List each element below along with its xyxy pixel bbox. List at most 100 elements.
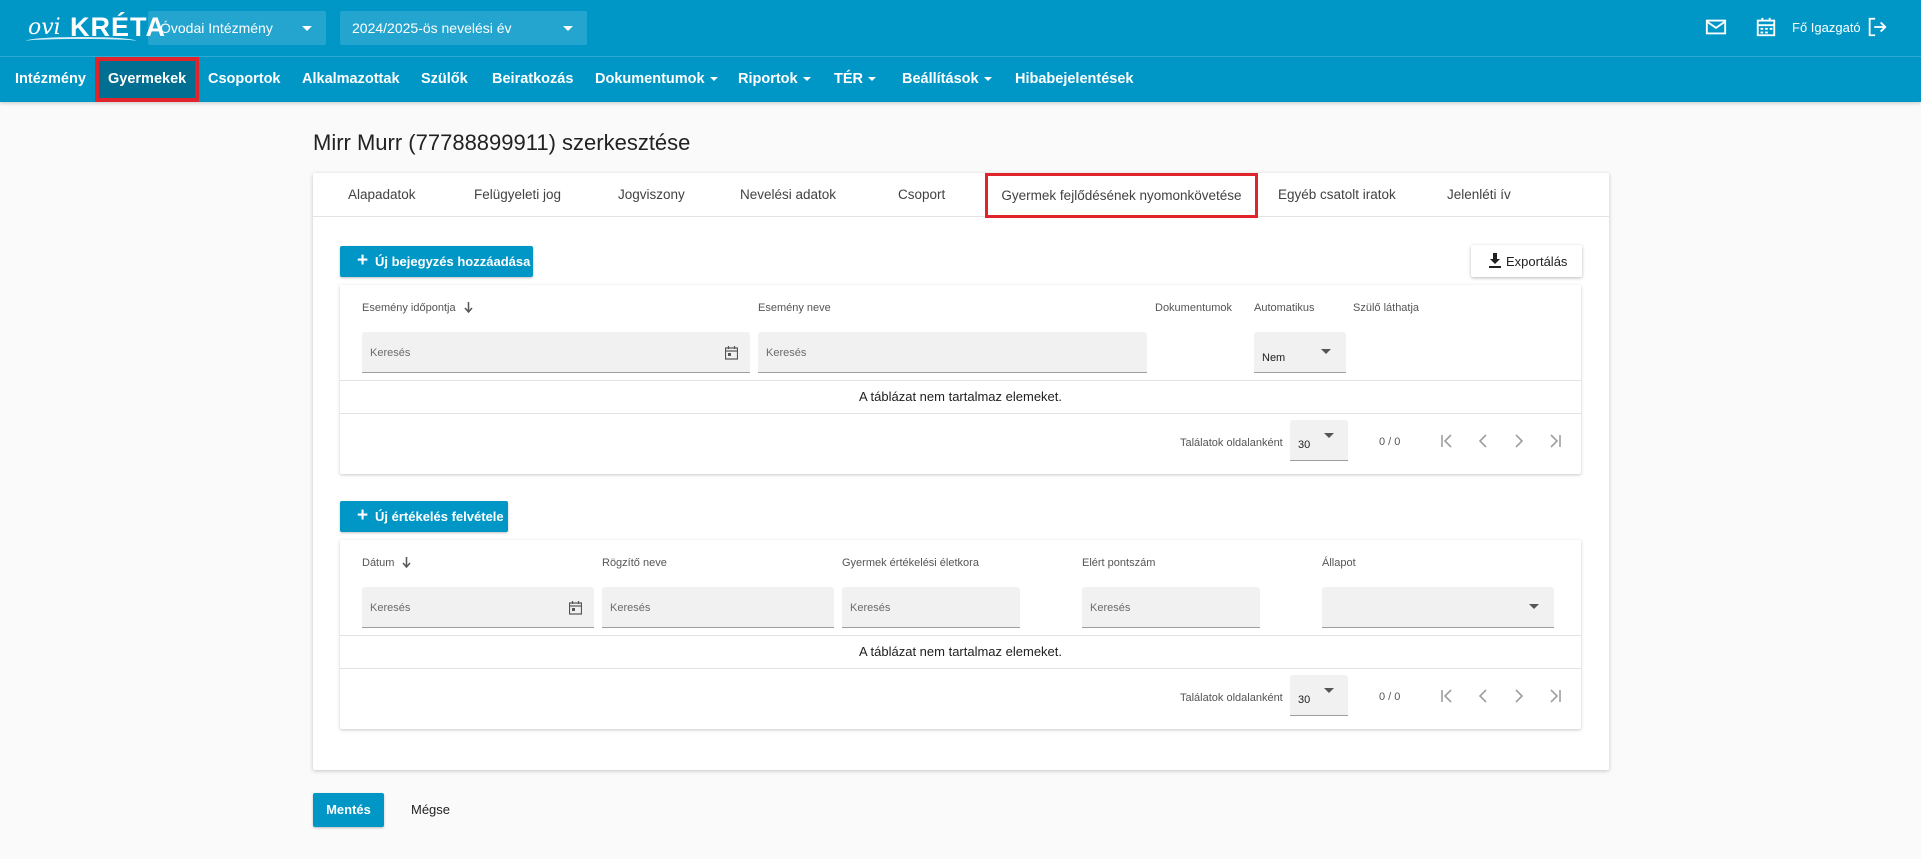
- filter-placeholder: Keresés: [850, 602, 891, 614]
- edit-card: Alapadatok Felügyeleti jog Jogviszony Ne…: [313, 173, 1609, 770]
- chevron-down-icon: [1529, 604, 1539, 609]
- evaluation-age-filter[interactable]: Keresés: [842, 587, 1020, 628]
- score-filter[interactable]: Keresés: [1082, 587, 1260, 628]
- empty-table-message: A táblázat nem tartalmaz elemeket.: [858, 389, 1063, 404]
- main-nav: Intézmény Gyermekek Csoportok Alkalmazot…: [0, 56, 1921, 102]
- tab-jelenleti-iv[interactable]: Jelenléti ív: [1447, 173, 1511, 217]
- nav-item-csoportok[interactable]: Csoportok: [208, 57, 281, 102]
- nav-item-hibabejelentesek[interactable]: Hibabejelentések: [1015, 57, 1133, 102]
- export-button-label: Exportálás: [1506, 254, 1568, 269]
- nav-item-label: Csoportok: [208, 71, 281, 87]
- nav-item-szulok[interactable]: Szülők: [421, 57, 468, 102]
- col-header-event-time[interactable]: Esemény időpontja: [362, 302, 473, 314]
- col-header-status[interactable]: Állapot: [1322, 557, 1356, 569]
- calendar-icon[interactable]: [1755, 16, 1777, 38]
- filter-placeholder: Keresés: [1090, 602, 1131, 614]
- chevron-down-icon: [802, 77, 811, 82]
- logout-icon[interactable]: [1866, 16, 1888, 38]
- nav-item-gyermekek[interactable]: Gyermekek: [95, 57, 200, 102]
- institution-select[interactable]: Óvodai Intézmény: [148, 11, 326, 45]
- col-header-parent-visible[interactable]: Szülő láthatja: [1353, 302, 1419, 314]
- app-logo[interactable]: ovi KRÉTA: [26, 11, 165, 45]
- nav-item-dokumentumok[interactable]: Dokumentumok: [595, 57, 718, 102]
- filter-placeholder: Keresés: [370, 602, 411, 614]
- col-header-date[interactable]: Dátum: [362, 557, 412, 569]
- page-title: Mirr Murr (77788899911) szerkesztése: [313, 130, 691, 155]
- tab-egyeb-csatolt-iratok[interactable]: Egyéb csatolt iratok: [1278, 173, 1396, 217]
- save-button[interactable]: Mentés: [313, 793, 384, 827]
- cancel-button[interactable]: Mégse: [398, 793, 463, 827]
- evaluations-grid: Dátum Rögzítő neve Gyermek értékelési él…: [340, 540, 1581, 729]
- col-header-event-name[interactable]: Esemény neve: [758, 302, 831, 314]
- plus-icon: +: [357, 250, 369, 271]
- previous-page-icon[interactable]: [1475, 688, 1491, 704]
- page-count: 0 / 0: [1379, 691, 1401, 703]
- add-entry-button[interactable]: + Új bejegyzés hozzáadása: [340, 246, 533, 277]
- plus-icon: +: [357, 505, 369, 526]
- tab-label: Felügyeleti jog: [474, 187, 562, 202]
- col-header-evaluation-age[interactable]: Gyermek értékelési életkora: [842, 557, 979, 569]
- recorder-name-filter[interactable]: Keresés: [602, 587, 834, 628]
- download-icon: [1489, 253, 1501, 268]
- chevron-down-icon: [1321, 349, 1331, 354]
- calendar-icon[interactable]: [569, 601, 582, 615]
- calendar-icon[interactable]: [725, 346, 738, 360]
- first-page-icon[interactable]: [1439, 688, 1455, 704]
- export-button[interactable]: Exportálás: [1471, 245, 1582, 277]
- last-page-icon[interactable]: [1547, 688, 1563, 704]
- user-name[interactable]: Fő Igazgató: [1792, 20, 1861, 35]
- page-size-select[interactable]: 30: [1290, 420, 1348, 461]
- nav-item-label: Beállítások: [902, 71, 979, 87]
- last-page-icon[interactable]: [1547, 433, 1563, 449]
- row-divider: [340, 668, 1581, 669]
- tab-jogviszony[interactable]: Jogviszony: [618, 173, 685, 217]
- nav-item-beallitasok[interactable]: Beállítások: [902, 57, 992, 102]
- automatic-filter-select[interactable]: Nem: [1254, 332, 1346, 373]
- nav-item-ter[interactable]: TÉR: [834, 57, 876, 102]
- col-header-automatic[interactable]: Automatikus: [1254, 302, 1315, 314]
- event-time-filter[interactable]: Keresés: [362, 332, 750, 373]
- chevron-down-icon: [709, 77, 718, 82]
- previous-page-icon[interactable]: [1475, 433, 1491, 449]
- nav-item-intezmeny[interactable]: Intézmény: [15, 57, 86, 102]
- filter-placeholder: Keresés: [610, 602, 651, 614]
- chevron-down-icon: [302, 26, 312, 31]
- chevron-down-icon: [563, 26, 573, 31]
- tab-label: Csoport: [898, 187, 946, 202]
- chevron-down-icon: [1324, 688, 1334, 693]
- page-size-label: Találatok oldalanként: [1180, 692, 1283, 704]
- tab-label: Alapadatok: [348, 187, 416, 202]
- chevron-down-icon: [983, 77, 992, 82]
- events-grid: Esemény időpontja Esemény neve Dokumentu…: [340, 285, 1581, 474]
- next-page-icon[interactable]: [1511, 433, 1527, 449]
- sort-down-icon: [464, 302, 473, 313]
- row-divider: [340, 635, 1581, 636]
- first-page-icon[interactable]: [1439, 433, 1455, 449]
- event-name-filter[interactable]: Keresés: [758, 332, 1147, 373]
- logo-swoosh: [26, 37, 136, 45]
- nav-item-alkalmazottak[interactable]: Alkalmazottak: [302, 57, 400, 102]
- status-filter-select[interactable]: [1322, 587, 1554, 628]
- col-header-score[interactable]: Elért pontszám: [1082, 557, 1155, 569]
- mail-icon[interactable]: [1705, 16, 1727, 38]
- col-header-label: Dátum: [362, 557, 395, 569]
- tab-gyermek-fejlodes[interactable]: Gyermek fejlődésének nyomonkövetése: [985, 173, 1258, 218]
- add-evaluation-button-label: Új értékelés felvétele: [375, 509, 504, 524]
- tab-alapadatok[interactable]: Alapadatok: [348, 173, 416, 217]
- page-size-value: 30: [1298, 439, 1311, 451]
- date-filter[interactable]: Keresés: [362, 587, 594, 628]
- tab-felugyeleti-jog[interactable]: Felügyeleti jog: [474, 173, 561, 217]
- col-header-label: Esemény időpontja: [362, 302, 456, 314]
- tab-label: Jelenléti ív: [1447, 187, 1511, 202]
- chevron-down-icon: [868, 77, 876, 82]
- add-evaluation-button[interactable]: + Új értékelés felvétele: [340, 501, 508, 532]
- nav-item-beiratkozas[interactable]: Beiratkozás: [492, 57, 573, 102]
- tab-csoport[interactable]: Csoport: [898, 173, 945, 217]
- page-size-select[interactable]: 30: [1290, 675, 1348, 716]
- tab-nevelesi-adatok[interactable]: Nevelési adatok: [740, 173, 836, 217]
- col-header-documents[interactable]: Dokumentumok: [1155, 302, 1232, 314]
- col-header-recorder-name[interactable]: Rögzítő neve: [602, 557, 667, 569]
- next-page-icon[interactable]: [1511, 688, 1527, 704]
- school-year-select[interactable]: 2024/2025-ös nevelési év: [340, 11, 587, 45]
- nav-item-riportok[interactable]: Riportok: [738, 57, 811, 102]
